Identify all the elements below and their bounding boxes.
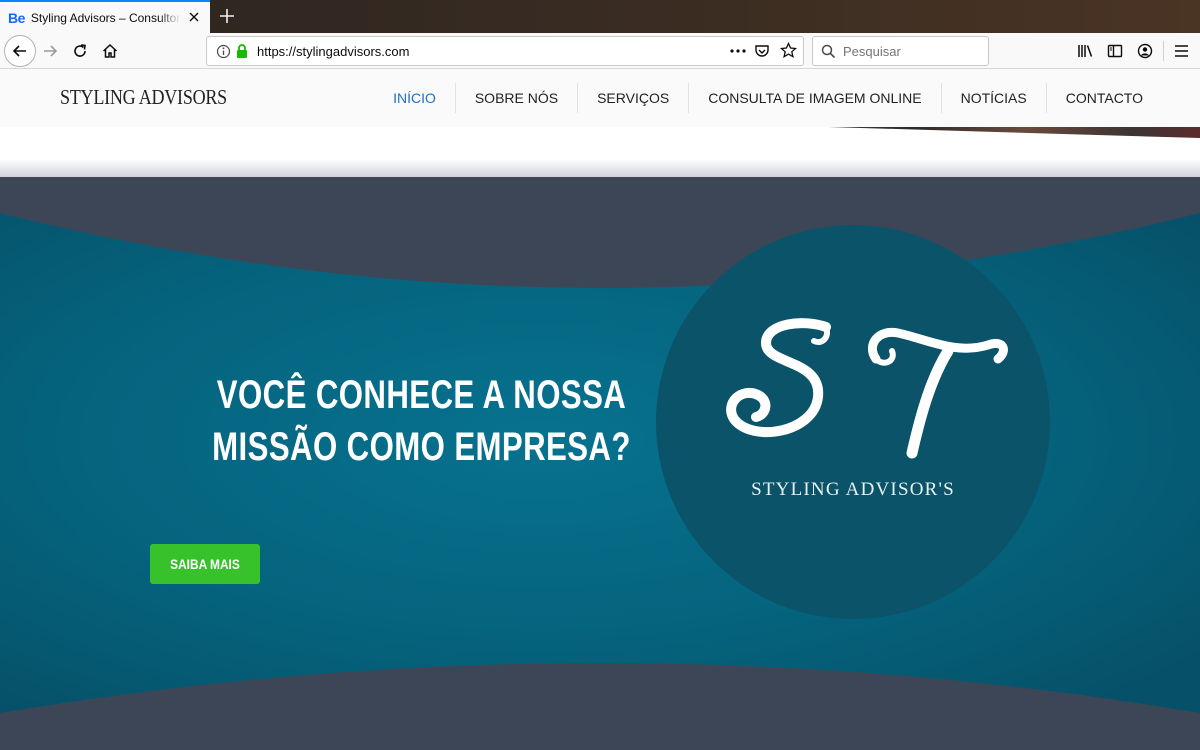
search-placeholder: Pesquisar	[843, 44, 901, 59]
hero-heading-line1: VOCÊ CONHECE A NOSSA	[216, 373, 627, 417]
browser-tab-strip: Be Styling Advisors – Consultores de Ima…	[0, 0, 1200, 33]
info-icon[interactable]	[216, 44, 231, 59]
hero-section: VOCÊ CONHECE A NOSSA MISSÃO COMO EMPRESA…	[0, 173, 1200, 750]
close-icon[interactable]	[187, 10, 201, 24]
home-button[interactable]	[96, 37, 124, 65]
menu-icon[interactable]	[1174, 44, 1189, 58]
nav-item-inicio[interactable]: INÍCIO	[374, 83, 455, 113]
search-icon	[821, 44, 836, 59]
pocket-icon[interactable]	[754, 43, 770, 59]
address-bar[interactable]: https://stylingadvisors.com	[206, 36, 804, 66]
back-icon	[12, 45, 26, 57]
toolbar-divider	[1163, 41, 1164, 61]
behance-favicon-icon: Be	[8, 9, 25, 26]
hero-heading-line2: MISSÃO COMO EMPRESA?	[212, 425, 631, 469]
st-monogram-logo	[726, 318, 1008, 459]
web-page: STYLING ADVISORS INÍCIO SOBRE NÓS SERVIÇ…	[0, 69, 1200, 750]
hero-heading: VOCÊ CONHECE A NOSSA MISSÃO COMO EMPRESA…	[210, 369, 634, 473]
library-icon[interactable]	[1077, 43, 1094, 59]
url-text: https://stylingadvisors.com	[257, 44, 410, 59]
brand-caption: STYLING ADVISOR'S	[751, 479, 955, 500]
section-shadow	[0, 159, 1200, 177]
sidebar-icon[interactable]	[1107, 43, 1123, 59]
reload-icon	[74, 44, 86, 57]
account-icon[interactable]	[1137, 43, 1153, 59]
site-header: STYLING ADVISORS INÍCIO SOBRE NÓS SERVIÇ…	[0, 69, 1200, 127]
main-navigation: INÍCIO SOBRE NÓS SERVIÇOS CONSULTA DE IM…	[374, 69, 1162, 127]
nav-item-consulta-de-imagem-online[interactable]: CONSULTA DE IMAGEM ONLINE	[688, 83, 940, 113]
brand-logo-circle: STYLING ADVISOR'S	[656, 225, 1050, 619]
saiba-mais-button[interactable]: SAIBA MAIS	[150, 544, 260, 584]
forward-icon	[44, 45, 58, 57]
star-icon[interactable]	[780, 42, 797, 59]
new-tab-icon[interactable]	[216, 5, 238, 27]
nav-item-noticias[interactable]: NOTÍCIAS	[940, 83, 1046, 113]
lock-icon[interactable]	[235, 43, 249, 59]
nav-item-contacto[interactable]: CONTACTO	[1045, 83, 1162, 113]
more-icon[interactable]	[729, 45, 747, 57]
reload-button[interactable]	[66, 37, 94, 65]
browser-tab[interactable]: Be Styling Advisors – Consultores de Ima…	[0, 0, 210, 33]
saiba-mais-label: SAIBA MAIS	[170, 556, 240, 572]
nav-item-sobre-nos[interactable]: SOBRE NÓS	[454, 83, 577, 113]
search-bar[interactable]: Pesquisar	[812, 36, 989, 66]
tab-title: Styling Advisors – Consultores de Imagem	[30, 10, 181, 25]
browser-toolbar: https://stylingadvisors.com Pesquisar	[0, 33, 1200, 69]
back-button[interactable]	[4, 35, 36, 67]
site-logo[interactable]: STYLING ADVISORS	[60, 85, 227, 110]
nav-item-servicos[interactable]: SERVIÇOS	[577, 83, 688, 113]
forward-button[interactable]	[36, 37, 64, 65]
home-icon	[102, 43, 118, 58]
